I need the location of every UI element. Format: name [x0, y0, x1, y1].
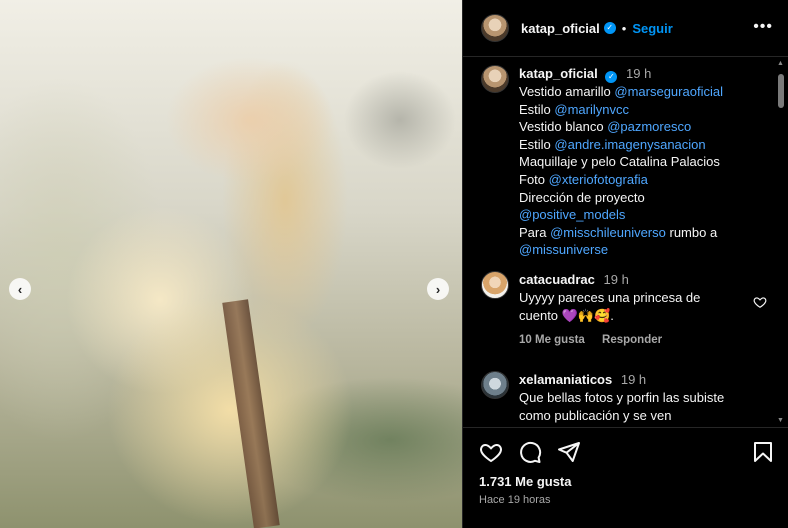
comment-text: cuento 💜🙌🥰.	[519, 308, 614, 323]
scroll-down-icon[interactable]: ▼	[777, 417, 784, 424]
comment-time: 19 h	[620, 372, 647, 387]
comment-time: 19 h	[603, 272, 629, 287]
like-count[interactable]: 1.731 Me gusta	[479, 474, 572, 489]
post-side-panel: katap_oficial ✓ • Seguir ••• katap_ofici…	[462, 0, 788, 528]
bookmark-icon[interactable]	[751, 440, 775, 464]
caption-username[interactable]: katap_oficial	[519, 66, 598, 81]
mention-link[interactable]: @marilynvcc	[554, 102, 629, 117]
post-header: katap_oficial ✓ • Seguir •••	[463, 0, 788, 57]
chevron-left-icon[interactable]: ‹	[9, 278, 31, 300]
scrollbar-thumb[interactable]	[778, 74, 784, 108]
mention-link[interactable]: @positive_models	[519, 207, 625, 222]
caption-line: @missuniverse	[519, 241, 769, 259]
mention-link[interactable]: @misschileuniverso	[550, 225, 666, 240]
avatar[interactable]	[481, 14, 509, 42]
avatar[interactable]	[481, 65, 509, 93]
caption-line: Estilo @andre.imagenysanacion	[519, 136, 706, 152]
more-horizontal-icon[interactable]: •••	[753, 18, 773, 36]
post-photo[interactable]: ‹ ›	[0, 0, 462, 528]
comments-section[interactable]: katap_oficial ✓ 19 h Vestido amarillo @m…	[463, 57, 788, 427]
scroll-up-icon[interactable]: ▲	[777, 60, 784, 67]
mention-link[interactable]: @xteriofotografia	[549, 172, 648, 187]
mention-link[interactable]: @andre.imagenysanacion	[554, 137, 705, 152]
photo-detail	[222, 299, 280, 528]
post-author-username[interactable]: katap_oficial	[521, 21, 600, 36]
caption-line: Para @misschileuniverso rumbo a	[519, 224, 718, 240]
caption-line: Estilo @marilynvcc	[519, 101, 629, 117]
comment-username[interactable]: catacuadrac	[519, 272, 595, 287]
comment-icon[interactable]	[518, 440, 542, 464]
comments-scrollbar[interactable]: ▲ ▼	[776, 60, 786, 424]
caption-time: 19 h	[626, 66, 652, 81]
reply-button[interactable]: Responder	[602, 334, 662, 346]
mention-link[interactable]: @pazmoresco	[607, 119, 691, 134]
heart-icon[interactable]	[479, 440, 503, 464]
verified-badge-icon: ✓	[605, 71, 618, 83]
avatar[interactable]	[481, 371, 509, 399]
caption-line: Maquillaje y pelo Catalina Palacios	[519, 154, 720, 170]
heart-icon[interactable]	[753, 295, 767, 309]
caption-body: katap_oficial ✓ 19 h Vestido amarillo @m…	[519, 65, 769, 259]
post-actions: 1.731 Me gusta Hace 19 horas	[463, 427, 788, 528]
chevron-right-icon[interactable]: ›	[427, 278, 449, 300]
comment-like-count[interactable]: 10 Me gusta	[519, 334, 585, 346]
comment-text: como publicación y se ven	[519, 408, 672, 423]
follow-button[interactable]: Seguir	[632, 21, 672, 36]
avatar[interactable]	[481, 271, 509, 299]
caption-line: @positive_models	[519, 206, 769, 224]
comment-text: Que bellas fotos y porfin las subiste	[519, 390, 725, 405]
caption-line: Vestido blanco @pazmoresco	[519, 119, 692, 135]
comment-text: Uyyyy pareces una princesa de	[519, 290, 701, 305]
caption-line: Dirección de proyecto	[519, 189, 645, 205]
mention-link[interactable]: @marseguraoficial	[614, 84, 723, 99]
verified-badge-icon: ✓	[603, 22, 616, 34]
caption-line: Vestido amarillo @marseguraoficial	[519, 84, 723, 99]
post-timestamp: Hace 19 horas	[479, 494, 551, 506]
caption-line: Foto @xteriofotografia	[519, 171, 648, 187]
separator-dot: •	[621, 20, 627, 36]
share-icon[interactable]	[557, 440, 581, 464]
mention-link[interactable]: @missuniverse	[519, 242, 608, 257]
comment-username[interactable]: xelamaniaticos	[519, 372, 612, 387]
